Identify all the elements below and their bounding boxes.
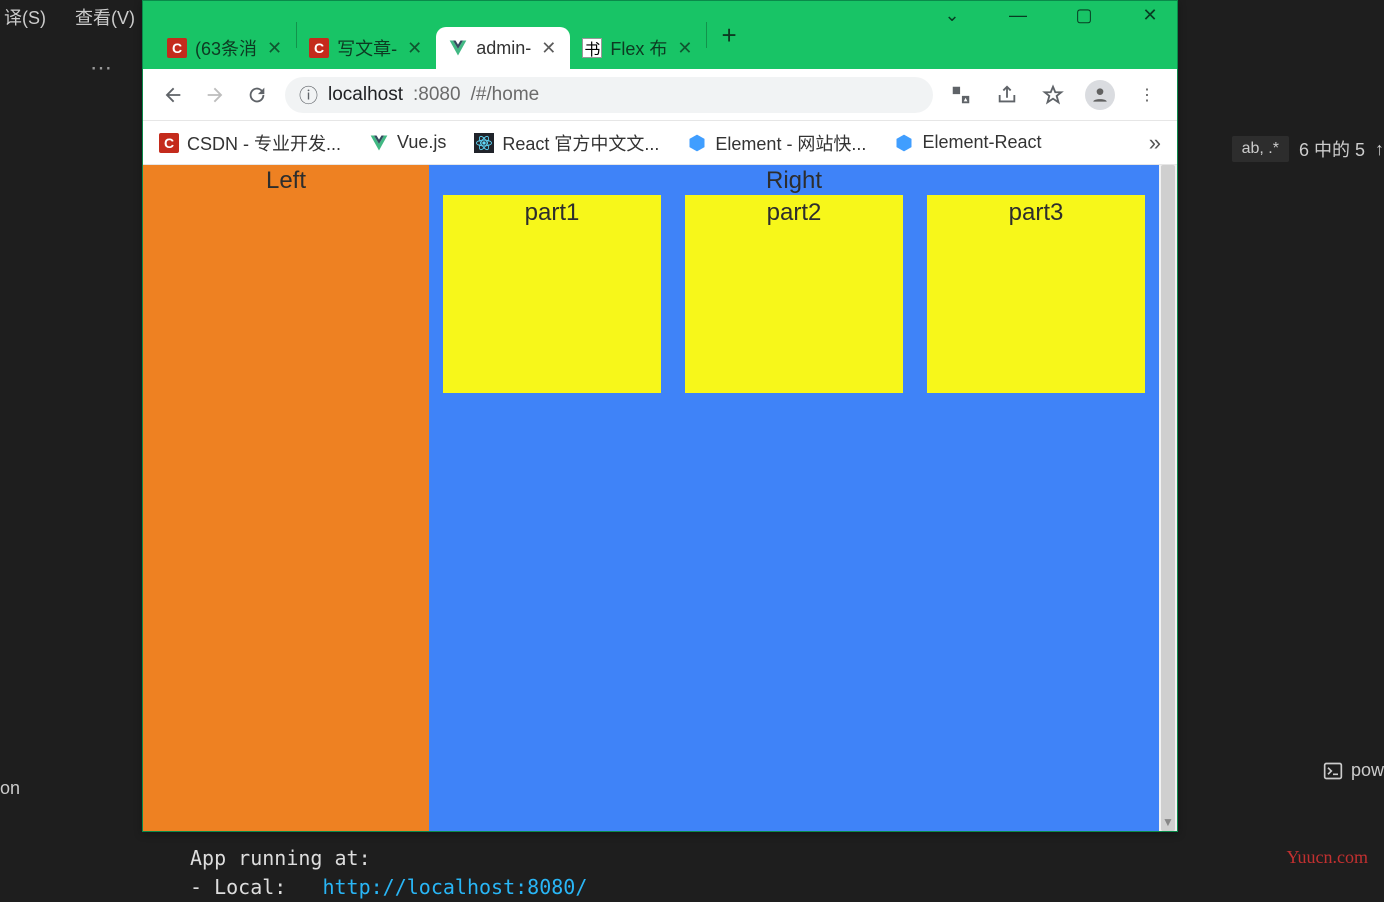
part-1: part1 (443, 195, 661, 393)
tab-close-icon[interactable]: ✕ (675, 38, 694, 59)
scrollbar-down-icon[interactable]: ▼ (1162, 815, 1174, 829)
parts-row: part1 part2 part3 (429, 195, 1159, 393)
tab-0[interactable]: C (63条消 ✕ (155, 27, 296, 69)
tab-close-icon[interactable]: ✕ (539, 38, 558, 59)
bookmark-react[interactable]: React 官方中文文... (474, 130, 659, 156)
minimize-icon[interactable]: — (999, 5, 1037, 26)
url-host: localhost (328, 84, 403, 106)
viewport: Left Right part1 part2 part3 ▼ (143, 165, 1177, 831)
titlebar: ⌄ — ▢ ✕ C (63条消 ✕ C 写文章- ✕ admin- ✕ (143, 1, 1177, 69)
terminal-tab-powershell[interactable]: pow (1323, 760, 1384, 781)
right-column: Right part1 part2 part3 (429, 165, 1159, 831)
bookmark-csdn[interactable]: C CSDN - 专业开发... (159, 130, 341, 156)
tab-strip: C (63条消 ✕ C 写文章- ✕ admin- ✕ 书 Flex 布 ✕ + (143, 1, 751, 69)
terminal-url[interactable]: http://localhost:8080/ (322, 875, 587, 899)
maximize-icon[interactable]: ▢ (1065, 5, 1103, 26)
csdn-icon: C (309, 38, 329, 58)
editor-menu: 译(S) 查看(V) (0, 4, 159, 30)
toolbar-right: ⋮ (947, 80, 1161, 110)
bookmark-label: CSDN - 专业开发... (187, 130, 341, 156)
right-label: Right (429, 167, 1159, 195)
menu-translate[interactable]: 译(S) (4, 8, 46, 28)
scrollbar-thumb[interactable] (1161, 165, 1175, 831)
react-icon (474, 133, 494, 153)
profile-avatar[interactable] (1085, 80, 1115, 110)
bookmark-element[interactable]: Element - 网站快... (687, 130, 866, 156)
bookmark-star-icon[interactable] (1039, 81, 1067, 109)
vue-icon (369, 133, 389, 153)
tab-label: admin- (476, 38, 531, 59)
terminal-output: App running at: - Local: http://localhos… (190, 844, 587, 902)
browser-window: ⌄ — ▢ ✕ C (63条消 ✕ C 写文章- ✕ admin- ✕ (142, 0, 1178, 832)
bookmark-label: React 官方中文文... (502, 130, 659, 156)
menu-view[interactable]: 查看(V) (75, 8, 135, 28)
vue-icon (448, 38, 468, 58)
tab-1[interactable]: C 写文章- ✕ (297, 27, 436, 69)
left-column: Left (143, 165, 429, 831)
editor-tab-pill[interactable]: ab, .* (1232, 136, 1289, 162)
bookmark-label: Element-React (922, 132, 1041, 153)
bookmark-label: Vue.js (397, 132, 446, 153)
bookmarks-overflow-icon[interactable]: » (1149, 130, 1161, 156)
csdn-icon: C (159, 133, 179, 153)
bookmark-label: Element - 网站快... (715, 130, 866, 156)
chevron-down-icon[interactable]: ⌄ (933, 5, 971, 26)
bookmark-element-react[interactable]: Element-React (894, 132, 1041, 153)
csdn-icon: C (167, 38, 187, 58)
back-button[interactable] (159, 81, 187, 109)
url-port: :8080 (413, 84, 461, 106)
bookmark-vue[interactable]: Vue.js (369, 132, 446, 153)
site-info-icon[interactable]: ⓘ (299, 81, 318, 108)
watermark: Yuucn.com (1287, 847, 1368, 868)
tab-close-icon[interactable]: ✕ (265, 38, 284, 59)
translate-icon[interactable] (947, 81, 975, 109)
tab-2-active[interactable]: admin- ✕ (436, 27, 570, 69)
tab-label: Flex 布 (610, 35, 667, 61)
bookmarks-bar: C CSDN - 专业开发... Vue.js React 官方中文文... El… (143, 121, 1177, 165)
editor-right-status: ab, .* 6 中的 5 ↑ (1232, 136, 1384, 162)
close-icon[interactable]: ✕ (1131, 5, 1169, 26)
search-up-icon[interactable]: ↑ (1375, 139, 1384, 160)
vertical-scrollbar[interactable]: ▼ (1159, 165, 1177, 831)
element-icon (687, 133, 707, 153)
address-bar: ⓘ localhost :8080 /#/home ⋮ (143, 69, 1177, 121)
url-path: /#/home (471, 84, 540, 106)
element-icon (894, 133, 914, 153)
tab-label: 写文章- (337, 35, 397, 61)
part-2: part2 (685, 195, 903, 393)
page-content: Left Right part1 part2 part3 (143, 165, 1159, 831)
tab-label: (63条消 (195, 35, 257, 61)
window-controls: ⌄ — ▢ ✕ (933, 5, 1169, 26)
url-box[interactable]: ⓘ localhost :8080 /#/home (285, 77, 933, 113)
terminal-icon (1323, 761, 1343, 781)
menu-kebab-icon[interactable]: ⋮ (1133, 81, 1161, 109)
editor-overflow-icon[interactable]: ⋯ (90, 55, 114, 81)
search-count: 6 中的 5 (1299, 136, 1365, 162)
forward-button[interactable] (201, 81, 229, 109)
new-tab-button[interactable]: + (707, 20, 750, 51)
jianshu-icon: 书 (582, 38, 602, 58)
share-icon[interactable] (993, 81, 1021, 109)
editor-text-on: on (0, 778, 20, 799)
part-3: part3 (927, 195, 1145, 393)
tab-close-icon[interactable]: ✕ (405, 38, 424, 59)
tab-3[interactable]: 书 Flex 布 ✕ (570, 27, 706, 69)
left-label: Left (266, 167, 306, 194)
reload-button[interactable] (243, 81, 271, 109)
